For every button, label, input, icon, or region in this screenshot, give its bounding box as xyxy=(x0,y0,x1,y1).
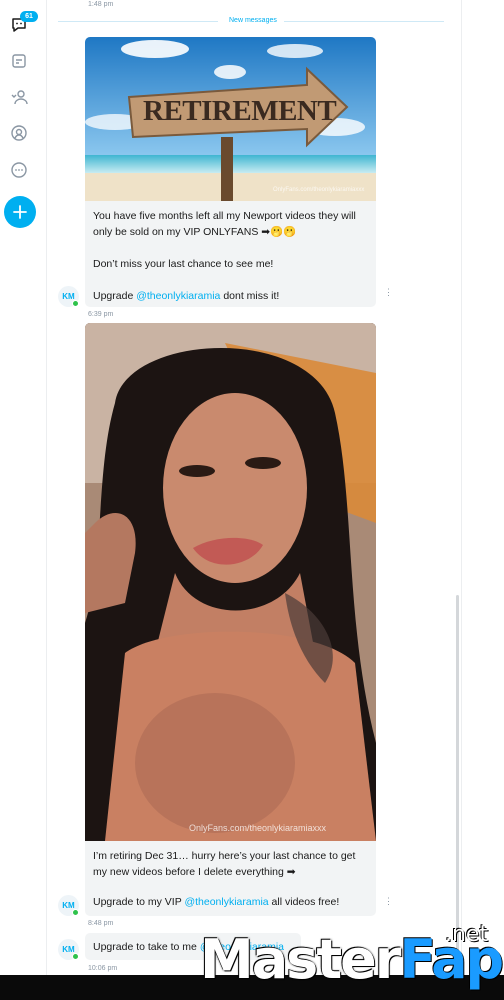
image-watermark: OnlyFans.com/theonlykiaramiaxxx xyxy=(189,823,327,833)
image-sign-text: RETIREMENT xyxy=(143,95,337,127)
image-watermark: OnlyFans.com/theonlykiaramiaxxx xyxy=(273,187,365,193)
online-indicator xyxy=(72,953,79,960)
timestamp: 6:39 pm xyxy=(88,311,114,318)
message-options-icon[interactable]: ⋮ xyxy=(384,288,393,297)
timestamp: 10:06 pm xyxy=(88,965,118,972)
message-bubble: RETIREMENT OnlyFans.com/theonlykiaramiax… xyxy=(85,37,376,307)
bookmark-icon[interactable] xyxy=(8,50,30,72)
unread-badge: 61 xyxy=(20,11,38,22)
profile-icon[interactable] xyxy=(8,122,30,144)
new-messages-divider: New messages xyxy=(58,17,444,24)
timestamp: 8:48 pm xyxy=(88,920,114,927)
avatar[interactable]: KM xyxy=(58,939,79,960)
mention-link[interactable]: @theonlykiaramia xyxy=(184,896,268,908)
message-text: You have five months left all my Newport… xyxy=(93,210,356,238)
avatar[interactable]: KM xyxy=(58,286,79,307)
new-post-button[interactable] xyxy=(4,196,36,228)
column-divider xyxy=(461,0,462,1000)
timestamp: 1:48 pm xyxy=(88,1,114,8)
message-text: Upgrade @theonlykiaramia dont miss it! xyxy=(93,290,280,302)
site-watermark-suffix: .net xyxy=(445,922,489,947)
more-icon[interactable] xyxy=(8,159,30,181)
online-indicator xyxy=(72,909,79,916)
people-icon[interactable] xyxy=(8,86,30,108)
left-nav-rail: 61 xyxy=(0,0,47,1000)
avatar[interactable]: KM xyxy=(58,895,79,916)
message-text: Don’t miss your last chance to see me! xyxy=(93,258,274,270)
plus-icon xyxy=(13,205,27,219)
scrollbar[interactable] xyxy=(456,595,459,975)
selfie-photo-image[interactable]: OnlyFans.com/theonlykiaramiaxxx xyxy=(85,323,376,841)
online-indicator xyxy=(72,300,79,307)
mention-link[interactable]: @theonlykiaramia xyxy=(136,290,220,302)
retirement-sign-image[interactable]: RETIREMENT OnlyFans.com/theonlykiaramiax… xyxy=(85,37,376,201)
new-messages-label: New messages xyxy=(226,17,280,24)
message-text: I’m retiring Dec 31… hurry here’s your l… xyxy=(93,850,356,878)
message-options-icon[interactable]: ⋮ xyxy=(384,897,393,906)
message-text: Upgrade to my VIP @theonlykiaramia all v… xyxy=(93,896,340,908)
message-bubble: OnlyFans.com/theonlykiaramiaxxx I’m reti… xyxy=(85,323,376,916)
